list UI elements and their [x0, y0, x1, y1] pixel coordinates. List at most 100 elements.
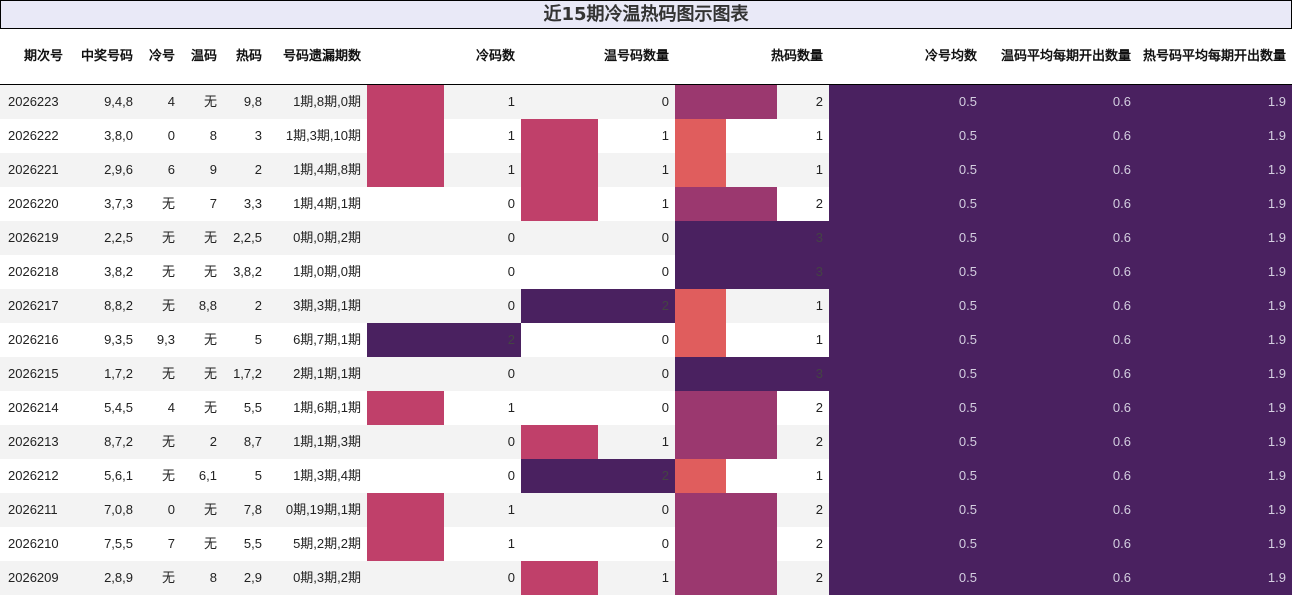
warm-number-cell: 8,8 — [198, 298, 217, 313]
hot-avg-cell: 1.9 — [1267, 298, 1286, 313]
warm-number-cell: 2 — [209, 434, 217, 449]
hot-avg-cell: 1.9 — [1267, 502, 1286, 517]
period-cell: 2026213 — [8, 434, 59, 449]
period-cell: 2026218 — [8, 264, 59, 279]
winning-number-cell: 7,5,5 — [104, 536, 133, 551]
header-warm: 温码 — [190, 49, 217, 64]
warm-count-value: 1 — [661, 162, 669, 177]
winning-number-cell: 5,6,1 — [104, 468, 133, 483]
cold-avg-cell: 0.5 — [958, 400, 977, 415]
warm-avg-cell: 0.6 — [1112, 434, 1131, 449]
warm-number-cell: 无 — [203, 264, 217, 279]
omission-cell: 1期,4期,8期 — [293, 162, 361, 177]
table-row: 2026220 3,7,3 无 7 3,3 1期,4期,1期 0 1 2 0.5 0.6 1.9 — [0, 187, 1292, 221]
hot-count-value: 2 — [815, 434, 823, 449]
hot-avg-cell: 1.9 — [1267, 468, 1286, 483]
table-header: 期次号 中奖号码 冷号 温码 热码 号码遗漏期数 冷码数 温号码数量 热码数量 … — [0, 29, 1292, 85]
winning-number-cell: 8,8,2 — [104, 298, 133, 313]
hot-count-value: 1 — [815, 162, 823, 177]
hot-number-cell: 8,7 — [243, 434, 262, 449]
cold-number-cell: 无 — [161, 434, 175, 449]
table-row: 2026216 9,3,5 9,3 无 5 6期,7期,1期 2 0 1 0.5 0.6 1.9 — [0, 323, 1292, 357]
hot-count-value: 1 — [815, 128, 823, 143]
cold-avg-cell: 0.5 — [958, 468, 977, 483]
hot-number-cell: 9,8 — [243, 94, 262, 109]
table-row: 2026213 8,7,2 无 2 8,7 1期,1期,3期 0 1 2 0.5 0.6 1.9 — [0, 425, 1292, 459]
cold-number-cell: 无 — [161, 366, 175, 381]
hot-number-cell: 2,9 — [243, 570, 262, 585]
page-title: 近15期冷温热码图示图表 — [0, 0, 1292, 29]
omission-cell: 0期,0期,2期 — [293, 230, 361, 245]
winning-number-cell: 2,9,6 — [104, 162, 133, 177]
warm-avg-cell: 0.6 — [1112, 94, 1131, 109]
warm-count-value: 0 — [661, 94, 669, 109]
cold-count-value: 0 — [507, 570, 515, 585]
hot-number-cell: 5,5 — [243, 400, 262, 415]
winning-number-cell: 2,2,5 — [104, 230, 133, 245]
warm-avg-cell: 0.6 — [1112, 468, 1131, 483]
warm-count-value: 0 — [661, 536, 669, 551]
table-row: 2026221 2,9,6 6 9 2 1期,4期,8期 1 1 1 0.5 0.6 1.9 — [0, 153, 1292, 187]
warm-number-cell: 8 — [209, 128, 217, 143]
cold-avg-cell: 0.5 — [958, 570, 977, 585]
header-hot: 热码 — [235, 49, 262, 64]
cold-number-cell: 无 — [161, 230, 175, 245]
warm-number-cell: 无 — [203, 332, 217, 347]
hot-avg-cell: 1.9 — [1267, 366, 1286, 381]
hot-number-cell: 3,8,2 — [233, 264, 262, 279]
hot-number-cell: 5 — [254, 468, 262, 483]
warm-avg-cell: 0.6 — [1112, 128, 1131, 143]
warm-count-value: 0 — [661, 502, 669, 517]
warm-number-cell: 7 — [209, 196, 217, 211]
warm-number-cell: 无 — [203, 94, 217, 109]
winning-number-cell: 3,7,3 — [104, 196, 133, 211]
omission-cell: 1期,4期,1期 — [293, 196, 361, 211]
cold-avg-cell: 0.5 — [958, 502, 977, 517]
cold-number-cell: 无 — [161, 264, 175, 279]
hot-count-value: 2 — [815, 502, 823, 517]
hot-avg-cell: 1.9 — [1267, 128, 1286, 143]
cold-number-cell: 0 — [167, 128, 175, 143]
cold-avg-cell: 0.5 — [958, 332, 977, 347]
cold-avg-cell: 0.5 — [958, 94, 977, 109]
period-cell: 2026219 — [8, 230, 59, 245]
hot-number-cell: 2 — [254, 162, 262, 177]
warm-avg-cell: 0.6 — [1112, 196, 1131, 211]
hot-number-cell: 1,7,2 — [233, 366, 262, 381]
hot-number-cell: 2 — [254, 298, 262, 313]
winning-number-cell: 3,8,2 — [104, 264, 133, 279]
cold-count-value: 1 — [507, 94, 515, 109]
hot-count-value: 3 — [815, 230, 823, 245]
hot-number-cell: 2,2,5 — [233, 230, 262, 245]
cold-avg-cell: 0.5 — [958, 264, 977, 279]
warm-number-cell: 无 — [203, 536, 217, 551]
period-cell: 2026214 — [8, 400, 59, 415]
warm-count-value: 1 — [661, 196, 669, 211]
cold-number-cell: 9,3 — [156, 332, 175, 347]
warm-number-cell: 无 — [203, 400, 217, 415]
omission-cell: 1期,0期,0期 — [293, 264, 361, 279]
warm-avg-cell: 0.6 — [1112, 570, 1131, 585]
warm-number-cell: 无 — [203, 502, 217, 517]
header-hot-avg: 热号码平均每期开出数量 — [1142, 49, 1286, 64]
hot-number-cell: 7,8 — [243, 502, 262, 517]
period-cell: 2026210 — [8, 536, 59, 551]
warm-count-value: 1 — [661, 434, 669, 449]
warm-count-value: 2 — [661, 468, 669, 483]
winning-number-cell: 2,8,9 — [104, 570, 133, 585]
cold-avg-cell: 0.5 — [958, 196, 977, 211]
hot-avg-cell: 1.9 — [1267, 94, 1286, 109]
warm-count-value: 2 — [661, 298, 669, 313]
header-cold-avg: 冷号均数 — [924, 49, 977, 64]
hot-count-value: 2 — [815, 536, 823, 551]
cold-avg-cell: 0.5 — [958, 298, 977, 313]
hot-count-value: 2 — [815, 94, 823, 109]
period-cell: 2026211 — [8, 502, 58, 517]
cold-number-cell: 6 — [167, 162, 175, 177]
table-row: 2026222 3,8,0 0 8 3 1期,3期,10期 1 1 1 0.5 0.6 1.9 — [0, 119, 1292, 153]
header-warm-count: 温号码数量 — [603, 49, 669, 64]
hot-number-cell: 3,3 — [243, 196, 262, 211]
cold-number-cell: 无 — [161, 298, 175, 313]
table-row: 2026210 7,5,5 7 无 5,5 5期,2期,2期 1 0 2 0.5 0.6 1.9 — [0, 527, 1292, 561]
warm-avg-cell: 0.6 — [1112, 502, 1131, 517]
